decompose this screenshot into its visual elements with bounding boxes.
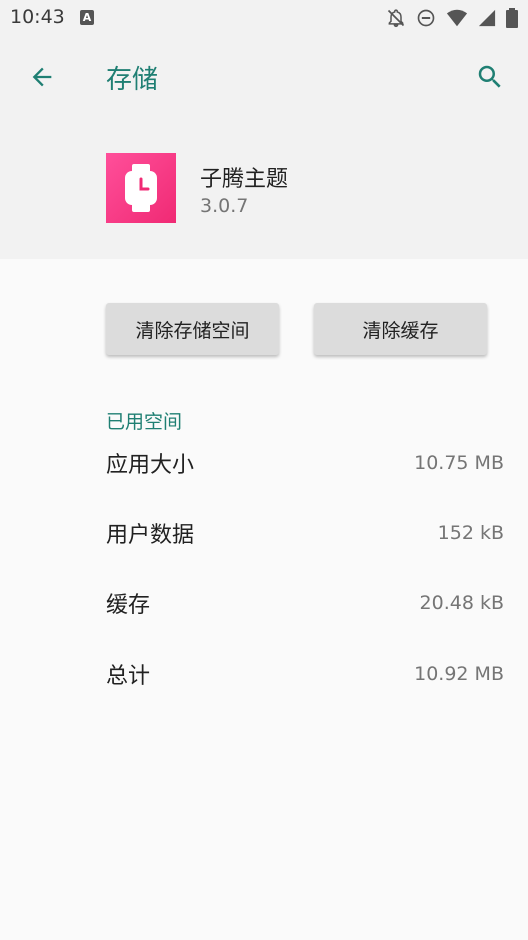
app-icon [106, 153, 176, 223]
arrow-left-icon [32, 67, 52, 87]
cell-signal-icon [478, 9, 496, 27]
row-label: 应用大小 [106, 453, 195, 478]
search-icon [478, 65, 501, 88]
app-name: 子腾主题 [200, 167, 289, 192]
row-value: 10.92 MB [414, 663, 504, 685]
battery-icon [506, 8, 518, 28]
row-value: 152 kB [437, 522, 504, 544]
search-button[interactable] [470, 57, 510, 97]
storage-section-title: 已用空间 [106, 411, 183, 433]
back-button[interactable] [22, 57, 62, 97]
storage-row-cache: 缓存 20.48 kB [106, 583, 504, 623]
clear-storage-button[interactable]: 清除存储空间 [106, 303, 279, 355]
storage-row-app-size: 应用大小 10.75 MB [106, 443, 504, 483]
clear-cache-button[interactable]: 清除缓存 [314, 303, 487, 355]
app-header: 存储 子腾主题 3.0.7 [0, 35, 528, 259]
app-version: 3.0.7 [200, 195, 249, 217]
status-bar: 10:43 A [0, 0, 528, 35]
notification-icon: A [80, 10, 94, 25]
row-label: 缓存 [106, 593, 151, 618]
storage-row-user-data: 用户数据 152 kB [106, 513, 504, 553]
row-value: 20.48 kB [419, 592, 504, 614]
row-value: 10.75 MB [414, 452, 504, 474]
status-time: 10:43 [10, 6, 65, 28]
row-label: 总计 [106, 664, 151, 689]
notifications-off-icon [387, 9, 405, 28]
do-not-disturb-icon [417, 9, 435, 27]
storage-row-total: 总计 10.92 MB [106, 654, 504, 694]
row-label: 用户数据 [106, 523, 195, 548]
page-title: 存储 [106, 65, 159, 95]
wifi-icon [446, 9, 468, 27]
status-icons [386, 7, 518, 29]
watch-icon [125, 164, 157, 212]
